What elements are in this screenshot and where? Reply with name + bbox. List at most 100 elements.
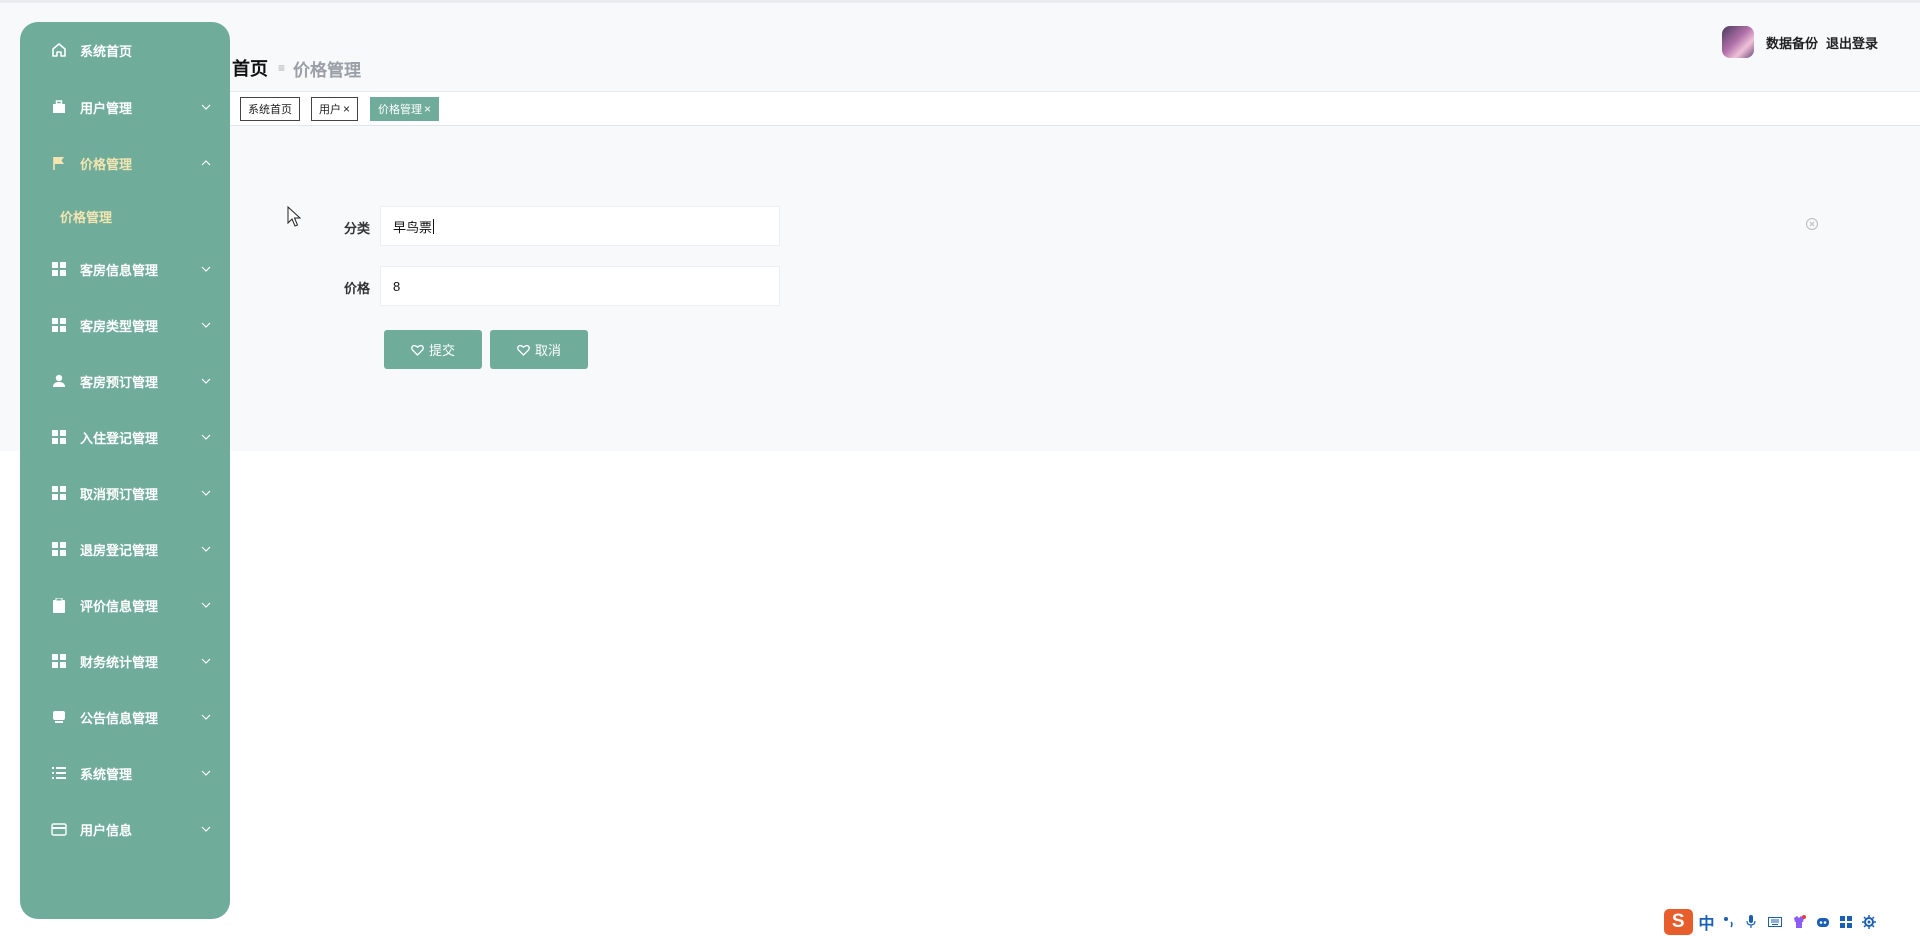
tag-home[interactable]: 系统首页: [240, 97, 300, 121]
sidebar-item-label: 价格管理: [80, 156, 133, 172]
clipboard-icon: [50, 596, 68, 614]
chevron-up-icon: [200, 157, 212, 169]
sidebar-item-cancel-booking[interactable]: 取消预订管理: [20, 465, 230, 521]
sidebar-item-finance[interactable]: 财务统计管理: [20, 633, 230, 689]
tag-user[interactable]: 用户 ×: [311, 97, 359, 121]
tag-price-management[interactable]: 价格管理 ×: [370, 97, 440, 121]
punctuation-icon[interactable]: [1723, 915, 1735, 929]
sidebar-item-label: 用户管理: [80, 100, 133, 116]
microphone-icon[interactable]: [1745, 915, 1757, 929]
price-label: 价格: [343, 281, 370, 296]
chevron-down-icon: [200, 823, 212, 835]
data-backup-link[interactable]: 数据备份: [1766, 33, 1818, 52]
breadcrumb-separator: ≡: [278, 61, 286, 75]
sidebar-item-room-type[interactable]: 客房类型管理: [20, 297, 230, 353]
user-area: 数据备份 退出登录: [1721, 26, 1878, 58]
skin-icon[interactable]: [1792, 915, 1806, 929]
sidebar: 系统首页 用户管理 价格管理 价格管理 客房信息管理 客房类型管理 客房预订管理…: [20, 22, 230, 919]
sidebar-item-label: 用户信息: [80, 822, 133, 838]
clear-icon[interactable]: [1805, 217, 1819, 231]
chevron-down-icon: [200, 655, 212, 667]
heart-icon: [517, 344, 530, 356]
price-value: 8: [393, 278, 401, 294]
sidebar-item-label: 客房类型管理: [80, 318, 159, 334]
close-icon[interactable]: ×: [343, 102, 350, 116]
chevron-down-icon: [200, 319, 212, 331]
chevron-down-icon: [200, 263, 212, 275]
price-input[interactable]: 8: [380, 266, 780, 306]
grid-icon: [50, 428, 68, 446]
monitor-icon: [50, 708, 68, 726]
chevron-down-icon: [200, 767, 212, 779]
grid-icon: [50, 316, 68, 334]
mouse-cursor-icon: [287, 206, 301, 227]
sidebar-item-label: 系统首页: [80, 43, 133, 59]
sidebar-item-price-management[interactable]: 价格管理: [20, 135, 230, 191]
chevron-down-icon: [200, 487, 212, 499]
card-icon: [50, 820, 68, 838]
sidebar-item-home[interactable]: 系统首页: [20, 22, 230, 78]
sidebar-item-announcements[interactable]: 公告信息管理: [20, 689, 230, 745]
grid-icon: [50, 652, 68, 670]
chevron-down-icon: [200, 543, 212, 555]
sidebar-item-label: 入住登记管理: [80, 430, 159, 446]
submit-button[interactable]: 提交: [384, 330, 482, 369]
grid-icon: [50, 260, 68, 278]
sidebar-item-checkout[interactable]: 退房登记管理: [20, 521, 230, 577]
logout-link[interactable]: 退出登录: [1826, 33, 1878, 52]
flag-icon: [50, 154, 68, 172]
breadcrumb-current: 价格管理: [293, 60, 362, 80]
submit-label: 提交: [428, 343, 455, 358]
sidebar-item-label: 客房预订管理: [80, 374, 159, 390]
robot-icon[interactable]: [1816, 915, 1830, 929]
breadcrumb: 首页 ≡ 价格管理: [232, 54, 361, 82]
sidebar-item-reviews[interactable]: 评价信息管理: [20, 577, 230, 633]
sidebar-item-label: 公告信息管理: [80, 710, 159, 726]
sidebar-item-label: 退房登记管理: [80, 542, 159, 558]
category-value: 早鸟票: [393, 219, 433, 235]
text-caret: [433, 218, 435, 234]
close-icon[interactable]: ×: [424, 102, 431, 116]
list-icon: [50, 764, 68, 782]
sidebar-item-label: 取消预订管理: [80, 486, 159, 502]
sidebar-item-system-management[interactable]: 系统管理: [20, 745, 230, 801]
chevron-down-icon: [200, 101, 212, 113]
toolbox-icon[interactable]: [1839, 915, 1852, 929]
chevron-down-icon: [200, 711, 212, 723]
person-icon: [50, 372, 68, 390]
category-label: 分类: [343, 221, 370, 236]
briefcase-icon: [50, 98, 68, 116]
sidebar-item-label: 评价信息管理: [80, 598, 159, 614]
tag-label: 系统首页: [248, 104, 292, 116]
sidebar-item-room-booking[interactable]: 客房预订管理: [20, 353, 230, 409]
chevron-down-icon: [200, 375, 212, 387]
submenu-item-price-management[interactable]: 价格管理: [20, 191, 230, 241]
tag-label: 价格管理: [378, 104, 422, 116]
breadcrumb-home[interactable]: 首页: [232, 55, 268, 81]
ime-toolbar: S 中: [1660, 908, 1886, 936]
home-icon: [50, 41, 68, 59]
sidebar-item-label: 系统管理: [80, 766, 133, 782]
sidebar-item-checkin[interactable]: 入住登记管理: [20, 409, 230, 465]
cancel-button[interactable]: 取消: [490, 330, 588, 369]
ime-mode[interactable]: 中: [1699, 910, 1715, 934]
grid-icon: [50, 540, 68, 558]
grid-icon: [50, 484, 68, 502]
ime-logo[interactable]: S: [1664, 909, 1693, 935]
avatar[interactable]: [1721, 26, 1754, 58]
sidebar-item-user-info[interactable]: 用户信息: [20, 801, 230, 857]
tags-bar: 系统首页 用户 × 价格管理 ×: [230, 91, 1920, 126]
heart-icon: [411, 344, 424, 356]
cancel-label: 取消: [534, 343, 561, 358]
sidebar-item-user-management[interactable]: 用户管理: [20, 79, 230, 135]
chevron-down-icon: [200, 599, 212, 611]
sidebar-item-room-info[interactable]: 客房信息管理: [20, 241, 230, 297]
chevron-down-icon: [200, 431, 212, 443]
sidebar-item-label: 客房信息管理: [80, 262, 159, 278]
sidebar-item-label: 财务统计管理: [80, 654, 159, 670]
tag-label: 用户: [319, 104, 341, 116]
settings-icon[interactable]: [1862, 915, 1876, 929]
submenu-item-label: 价格管理: [60, 209, 113, 225]
keyboard-icon[interactable]: [1767, 915, 1782, 929]
category-input[interactable]: 早鸟票: [380, 206, 780, 246]
